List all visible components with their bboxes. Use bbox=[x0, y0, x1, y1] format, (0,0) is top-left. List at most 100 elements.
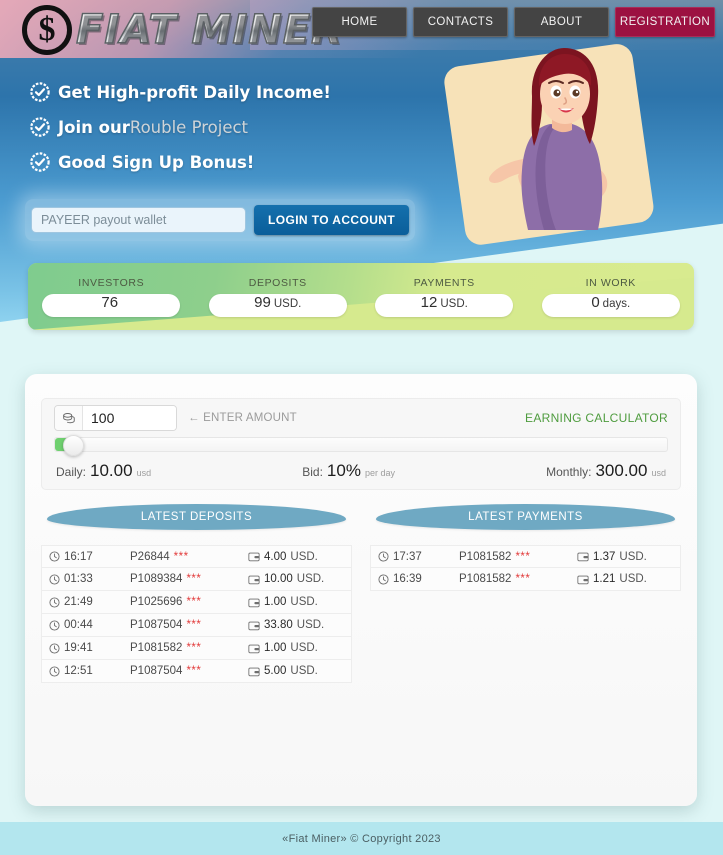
row-amount-value: 1.21 bbox=[593, 573, 616, 585]
stats-bar: INVESTORS 76 DEPOSITS 99 USD. PAYMENTS 1… bbox=[28, 263, 694, 330]
payeer-wallet-input[interactable] bbox=[31, 207, 246, 233]
row-account-text: P26844 bbox=[130, 550, 170, 563]
transaction-tables: LATEST DEPOSITS 16:17 P26844 *** 4.00 US… bbox=[41, 504, 681, 683]
row-amount: 1.21 USD. bbox=[577, 573, 680, 585]
calculator-results: Daily: 10.00 usd Bid: 10% per day Monthl… bbox=[42, 452, 680, 481]
stat-payments: PAYMENTS 12 USD. bbox=[361, 263, 528, 330]
benefit-text: Join our bbox=[58, 117, 130, 137]
benefit-text: Good Sign Up Bonus! bbox=[58, 152, 255, 172]
login-to-account-button[interactable]: LOGIN TO ACCOUNT bbox=[254, 205, 410, 235]
row-time-text: 00:44 bbox=[64, 619, 93, 631]
clock-icon bbox=[49, 665, 60, 677]
row-account: P1089384 *** bbox=[130, 573, 248, 585]
stat-unit: USD. bbox=[273, 297, 302, 310]
enter-amount-hint: ← ENTER AMOUNT bbox=[188, 412, 297, 424]
latest-deposits-table: LATEST DEPOSITS 16:17 P26844 *** 4.00 US… bbox=[41, 504, 352, 683]
row-amount-value: 4.00 bbox=[264, 550, 287, 563]
amount-input[interactable] bbox=[83, 406, 176, 430]
row-amount-value: 10.00 bbox=[264, 573, 293, 585]
copyright-text: «Fiat Miner» © Copyright 2023 bbox=[282, 832, 441, 845]
row-amount-value: 1.00 bbox=[264, 642, 287, 654]
row-account: P1081582 *** bbox=[459, 573, 577, 585]
table-row[interactable]: 17:37 P1081582 *** 1.37 USD. bbox=[370, 545, 681, 568]
stat-label: PAYMENTS bbox=[413, 276, 475, 289]
row-account: P1087504 *** bbox=[130, 619, 248, 631]
row-time-text: 16:17 bbox=[64, 550, 93, 563]
nav-item-registration[interactable]: REGISTRATION bbox=[615, 7, 715, 37]
row-account-text: P1081582 bbox=[130, 642, 183, 654]
dollar-coin-icon: $ bbox=[22, 5, 72, 55]
nav-item-contacts[interactable]: CONTACTS bbox=[413, 7, 508, 37]
row-account: P26844 *** bbox=[130, 551, 248, 563]
row-amount-currency: USD. bbox=[619, 573, 647, 585]
stat-deposits: DEPOSITS 99 USD. bbox=[195, 263, 362, 330]
row-amount-currency: USD. bbox=[290, 642, 318, 654]
table-row[interactable]: 16:17 P26844 *** 4.00 USD. bbox=[41, 545, 352, 568]
stat-value: 76 bbox=[101, 293, 119, 311]
row-time: 21:49 bbox=[42, 596, 130, 608]
daily-value: 10.00 bbox=[90, 461, 133, 480]
stat-unit: days. bbox=[602, 297, 631, 310]
stat-label: DEPOSITS bbox=[248, 276, 307, 289]
clock-icon bbox=[49, 619, 60, 631]
clock-icon bbox=[49, 596, 60, 608]
row-account-mask: *** bbox=[173, 550, 189, 563]
clock-icon bbox=[49, 642, 60, 654]
row-account-mask: *** bbox=[186, 619, 202, 631]
row-time: 17:37 bbox=[371, 551, 459, 563]
daily-label: Daily: bbox=[56, 465, 87, 479]
row-amount-currency: USD. bbox=[290, 596, 318, 608]
wallet-icon bbox=[248, 667, 260, 676]
stat-value-box: 76 bbox=[42, 293, 181, 317]
table-row[interactable]: 21:49 P1025696 *** 1.00 USD. bbox=[41, 591, 352, 614]
bid-label: Bid: bbox=[302, 465, 323, 479]
main-navigation: HOME CONTACTS ABOUT REGISTRATION bbox=[312, 7, 715, 37]
row-account-mask: *** bbox=[186, 573, 202, 585]
wallet-icon bbox=[248, 575, 260, 584]
slider-handle[interactable] bbox=[63, 435, 84, 456]
row-amount: 1.00 USD. bbox=[248, 642, 351, 654]
wallet-icon bbox=[248, 621, 260, 630]
stat-value: 12 bbox=[420, 293, 438, 311]
stat-value: 99 bbox=[254, 293, 271, 311]
stat-value-box: 12 USD. bbox=[375, 293, 514, 317]
nav-item-about[interactable]: ABOUT bbox=[514, 7, 609, 37]
row-amount-value: 1.37 bbox=[593, 550, 616, 563]
benefit-item: Get High-profit Daily Income! bbox=[30, 82, 430, 102]
stat-value-box: 0 days. bbox=[541, 293, 680, 317]
row-time-text: 16:39 bbox=[393, 573, 422, 585]
row-amount-value: 1.00 bbox=[264, 596, 287, 608]
clock-icon bbox=[378, 573, 389, 585]
main-content-card: ← ENTER AMOUNT EARNING CALCULATOR Daily:… bbox=[25, 374, 697, 806]
benefit-item: Join our Rouble Project bbox=[30, 117, 430, 137]
row-time: 16:17 bbox=[42, 551, 130, 563]
row-account: P1087504 *** bbox=[130, 665, 248, 677]
table-row[interactable]: 01:33 P1089384 *** 10.00 USD. bbox=[41, 568, 352, 591]
table-row[interactable]: 12:51 P1087504 *** 5.00 USD. bbox=[41, 660, 352, 683]
row-account: P1081582 *** bbox=[459, 551, 577, 563]
row-time-text: 12:51 bbox=[64, 665, 93, 677]
bid-unit: per day bbox=[364, 468, 395, 478]
page-footer: «Fiat Miner» © Copyright 2023 bbox=[0, 822, 723, 855]
row-amount-currency: USD. bbox=[290, 665, 318, 677]
row-time-text: 21:49 bbox=[64, 596, 93, 608]
row-amount-currency: USD. bbox=[290, 550, 318, 563]
stat-value-box: 99 USD. bbox=[208, 293, 347, 317]
rouble-project-link[interactable]: Rouble Project bbox=[130, 118, 248, 137]
stat-value: 0 bbox=[591, 293, 600, 311]
row-account-text: P1081582 bbox=[459, 550, 512, 563]
wallet-icon bbox=[248, 598, 260, 607]
monthly-earning: Monthly: 300.00 usd bbox=[546, 461, 666, 481]
table-row[interactable]: 00:44 P1087504 *** 33.80 USD. bbox=[41, 614, 352, 637]
nav-item-home[interactable]: HOME bbox=[312, 7, 407, 37]
row-account-text: P1081582 bbox=[459, 573, 512, 585]
table-row[interactable]: 16:39 P1081582 *** 1.21 USD. bbox=[370, 568, 681, 591]
amount-slider[interactable] bbox=[54, 435, 668, 456]
row-time: 16:39 bbox=[371, 573, 459, 585]
daily-earning: Daily: 10.00 usd bbox=[56, 461, 151, 481]
wallet-icon bbox=[577, 575, 589, 584]
site-logo[interactable]: $ FIAT MINER bbox=[22, 4, 343, 56]
table-row[interactable]: 19:41 P1081582 *** 1.00 USD. bbox=[41, 637, 352, 660]
calculator-top-row: ← ENTER AMOUNT EARNING CALCULATOR bbox=[42, 399, 680, 437]
latest-deposits-rows: 16:17 P26844 *** 4.00 USD. 01:33 P108938… bbox=[41, 545, 352, 683]
